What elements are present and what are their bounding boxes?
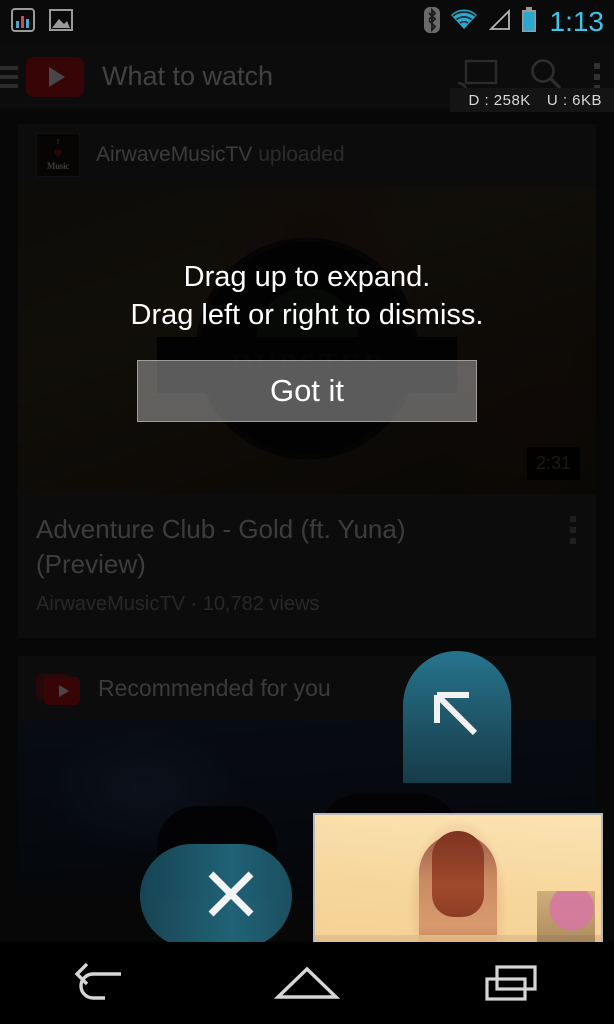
recents-button[interactable] [452,942,572,1024]
youtube-logo [26,57,84,97]
stack-front-layer [44,677,80,705]
phone-screen: 1:13 D : 258K U : 6KB What to watch [0,0,614,1024]
avatar-line-music: Music [47,162,69,171]
heart-icon: ♥ [54,147,63,162]
home-button[interactable] [247,942,367,1024]
app-content: D : 258K U : 6KB What to watch [0,44,614,1024]
video-feed: I ♥ Music AirwaveMusicTV uploaded DUBSTE… [0,110,614,898]
dot [570,527,576,533]
dot [570,538,576,544]
status-bar-notifications [10,7,74,38]
coachmark-overlay: Drag up to expand. Drag left or right to… [18,186,596,494]
video-title: Adventure Club - Gold (ft. Yuna) (Previe… [36,512,578,581]
overflow-menu-icon[interactable] [594,63,600,91]
play-triangle-icon [59,685,69,697]
status-bar-clock: 1:13 [550,6,605,38]
recommended-title: Recommended for you [98,675,331,702]
dismiss-gesture-hint [140,844,292,948]
video-stack-icon [36,671,82,705]
data-usage-meter: D : 258K U : 6KB [450,88,614,112]
status-bar: 1:13 [0,0,614,44]
back-button[interactable] [42,942,162,1024]
page-title: What to watch [102,61,273,92]
got-it-button[interactable]: Got it [137,360,477,422]
signal-icon [488,8,512,37]
video-meta: Adventure Club - Gold (ft. Yuna) (Previe… [18,494,596,638]
channel-avatar[interactable]: I ♥ Music [36,133,80,177]
gallery-icon [48,8,74,37]
data-upload-value: U : 6KB [547,92,602,109]
dot [594,74,600,80]
android-navigation-bar [0,942,614,1024]
upload-card-subtitle: AirwaveMusicTV uploaded [96,143,345,167]
bluetooth-icon [424,7,440,38]
hamburger-line [0,66,18,70]
status-bar-system-icons: 1:13 [424,6,605,38]
expand-gesture-hint [403,651,511,783]
dot [570,516,576,522]
video-overflow-menu-icon[interactable] [570,516,576,544]
upload-card[interactable]: I ♥ Music AirwaveMusicTV uploaded DUBSTE… [18,124,596,638]
dot [594,63,600,69]
stats-icon [10,7,36,38]
coachmark-line-2: Drag left or right to dismiss. [131,296,484,334]
channel-name: AirwaveMusicTV [96,143,252,166]
video-thumbnail[interactable]: DUBSTEP 2:31 Drag up to expand. Drag lef… [18,186,596,494]
pip-hair [432,831,484,917]
upload-card-header: I ♥ Music AirwaveMusicTV uploaded [18,124,596,186]
data-download-value: D : 258K [468,92,530,109]
coachmark-line-1: Drag up to expand. [184,258,431,296]
video-subtitle: AirwaveMusicTV · 10,782 views [36,593,578,616]
battery-icon [521,7,537,38]
hamburger-icon[interactable] [0,66,18,88]
close-x-icon [204,867,258,926]
play-triangle-icon [49,67,65,87]
arrow-up-left-icon [429,687,485,748]
hamburger-line [0,84,18,88]
upload-action-text: uploaded [258,143,344,166]
hamburger-line [0,75,18,79]
wifi-icon [449,8,479,37]
